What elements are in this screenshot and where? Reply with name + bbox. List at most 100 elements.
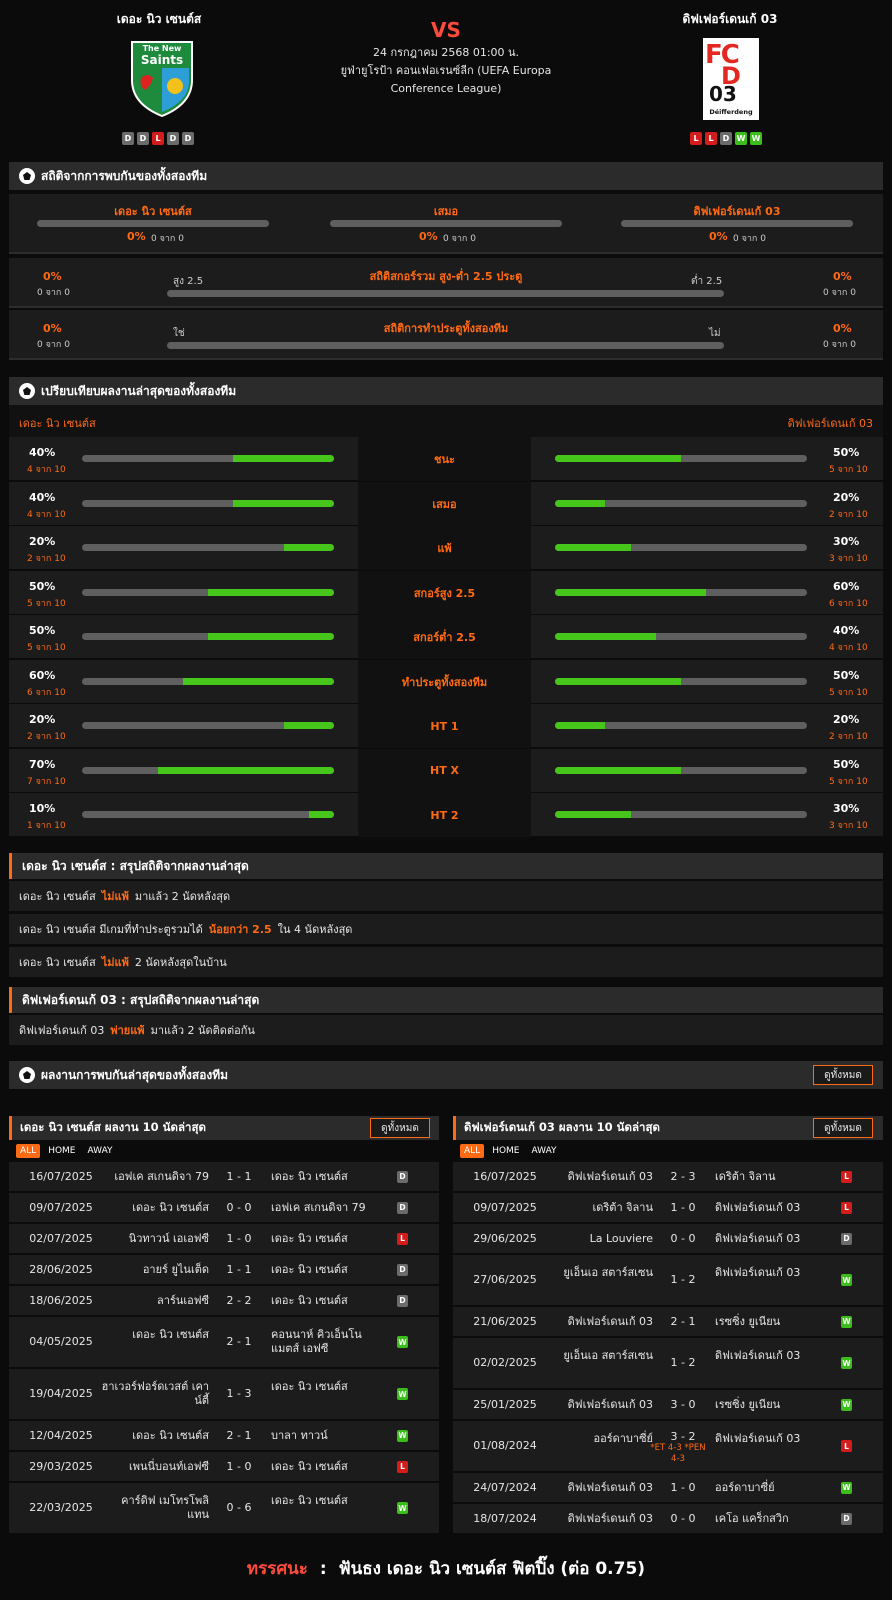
match-home-team[interactable]: ฮาเวอร์ฟอร์ดเวสต์ เคาน์ตี้ [101,1380,209,1408]
match-row[interactable]: 19/04/2025 ฮาเวอร์ฟอร์ดเวสต์ เคาน์ตี้ 1 - … [9,1369,439,1421]
match-away-team[interactable]: เดอะ นิว เซนต์ส [271,1232,381,1246]
away-logo-text-4: Déifferdeng [709,108,753,116]
home-pct: 10% [29,802,56,815]
match-away-team[interactable]: เดอะ นิว เซนต์ส [271,1460,381,1474]
home-form: D D L D D [122,132,194,145]
home-summary-line: เดอะ นิว เซนต์ส มีเกมที่ทำประตูรวมได้ น้… [9,914,883,944]
match-date: 29/03/2025 [29,1459,93,1473]
match-row[interactable]: 12/04/2025 เดอะ นิว เซนต์ส 2 - 1 บาลา ทาวน์… [9,1421,439,1452]
h2h-away-label: ดิฟเฟอร์เดนเก้ 03 [693,205,781,218]
match-away-team[interactable]: เดอะ นิว เซนต์ส [271,1263,381,1277]
match-row[interactable]: 18/06/2025 ลาร์นเอฟซี 2 - 2 เดอะ นิว เซนต์ส… [9,1286,439,1317]
match-row[interactable]: 28/06/2025 อายร์ ยูไนเต็ด 1 - 1 เดอะ นิว เซ… [9,1255,439,1286]
match-row[interactable]: 09/07/2025 เดริต้า จิลาน 1 - 0 ดิฟเฟอร์เดนเ… [453,1193,883,1224]
match-row[interactable]: 21/06/2025 ดิฟเฟอร์เดนเก้ 03 2 - 1 เรซซิ่ง … [453,1307,883,1338]
match-away-team[interactable]: ดิฟเฟอร์เดนเก้ 03 [715,1232,825,1246]
away-summary-header: ดิฟเฟอร์เดนเก้ 03 : สรุปสถิติจากผลงานล่า… [9,987,883,1013]
summary-text: มาแล้ว 2 นัดติดต่อกัน [150,1024,255,1037]
match-row[interactable]: 27/06/2025 ยูเอ็นเอ สตาร์สเซน 1 - 2 ดิฟเฟอร… [453,1255,883,1307]
match-competition-line2: Conference League) [390,82,502,95]
match-home-team[interactable]: นิวทาวน์ เอเอฟซี [101,1232,209,1246]
home-sub: 1 จาก 10 [27,821,66,831]
match-home-team[interactable]: เอฟเค สเกนดิจา 79 [101,1170,209,1184]
match-away-team[interactable]: เดอะ นิว เซนต์ส [271,1170,381,1184]
match-away-team[interactable]: คอนนาห์ คิวเอ็นโน แมตส์ เอฟซี [271,1328,381,1356]
h2h-home-label: เดอะ นิว เซนต์ส [114,205,192,218]
home-sub: 2 จาก 10 [27,732,66,742]
match-home-team[interactable]: เพนนี่บอนท์เอฟซี [101,1460,209,1474]
match-away-team[interactable]: เดอะ นิว เซนต์ส [271,1294,381,1308]
form-badge: W [735,132,747,145]
home-bar [82,677,334,685]
away-last-title: ดิฟเฟอร์เดนเก้ 03 ผลงาน 10 นัดล่าสุด [464,1120,660,1134]
tab-all[interactable]: ALL [460,1144,485,1158]
match-away-team[interactable]: ออร์ดาบาซี่ย์ [715,1481,825,1495]
match-away-team[interactable]: เอฟเค สเกนดิจา 79 [271,1201,381,1215]
tab-home[interactable]: HOME [44,1144,79,1158]
match-row[interactable]: 01/08/2024 ออร์ดาบาซี่ย์ 3 - 2 *ET 4-3 *PEN… [453,1421,883,1473]
h2h-view-all-button[interactable]: ดูทั้งหมด [813,1065,873,1085]
match-result-badge: D [841,1512,852,1525]
h2h-stats-title: สถิติจากการพบกันของทั้งสองทีม [41,168,208,183]
summary-text: ดิฟเฟอร์เดนเก้ 03 [19,1024,105,1037]
match-home-team[interactable]: เดอะ นิว เซนต์ส [101,1429,209,1443]
match-home-team[interactable]: เดอะ นิว เซนต์ส [101,1328,209,1342]
away-bar-fill [555,455,681,462]
match-away-team[interactable]: ดิฟเฟอร์เดนเก้ 03 [715,1266,825,1280]
match-away-team[interactable]: บาลา ทาวน์ [271,1429,381,1443]
match-away-team[interactable]: เรซซิ่ง ยูเนียน [715,1398,825,1412]
home-team-logo[interactable]: The New Saints [127,38,197,118]
match-away-team[interactable]: เดอะ นิว เซนต์ส [271,1380,381,1394]
match-away-team[interactable]: ดิฟเฟอร์เดนเก้ 03 [715,1432,825,1446]
match-home-team[interactable]: ดิฟเฟอร์เดนเก้ 03 [545,1398,653,1412]
summary-text: 2 นัดหลังสุดในบ้าน [134,956,227,969]
match-home-team[interactable]: เดอะ นิว เซนต์ส [101,1201,209,1215]
match-away-team[interactable]: เดริต้า จิลาน [715,1170,825,1184]
match-home-team[interactable]: La Louviere [545,1232,653,1246]
match-row[interactable]: 04/05/2025 เดอะ นิว เซนต์ส 2 - 1 คอนนาห์ คิ… [9,1317,439,1369]
tab-all[interactable]: ALL [16,1144,41,1158]
match-result-badge: D [841,1232,852,1245]
tab-away[interactable]: AWAY [528,1144,561,1158]
match-home-team[interactable]: อายร์ ยูไนเต็ด [101,1263,209,1277]
away-bar-fill [555,633,656,640]
match-away-team[interactable]: ดิฟเฟอร์เดนเก้ 03 [715,1201,825,1215]
match-row[interactable]: 16/07/2025 ดิฟเฟอร์เดนเก้ 03 2 - 3 เดริต้า … [453,1162,883,1193]
match-score: 2 - 1 [226,1428,252,1442]
home-bar [82,588,334,596]
match-home-team[interactable]: ออร์ดาบาซี่ย์ [545,1432,653,1446]
match-home-team[interactable]: ดิฟเฟอร์เดนเก้ 03 [545,1481,653,1495]
ou-right-pct: 0% [833,270,852,283]
match-home-team[interactable]: ลาร์นเอฟซี [101,1294,209,1308]
match-home-team[interactable]: ยูเอ็นเอ สตาร์สเซน [545,1266,653,1280]
match-row[interactable]: 09/07/2025 เดอะ นิว เซนต์ส 0 - 0 เอฟเค สเกน… [9,1193,439,1224]
match-row[interactable]: 29/03/2025 เพนนี่บอนท์เอฟซี 1 - 0 เดอะ นิว … [9,1452,439,1483]
match-away-team[interactable]: เคโอ แคร็กสวิก [715,1512,825,1526]
match-row[interactable]: 29/06/2025 La Louviere 0 - 0 ดิฟเฟอร์เดนเก้… [453,1224,883,1255]
match-row[interactable]: 18/07/2024 ดิฟเฟอร์เดนเก้ 03 0 - 0 เคโอ แคร… [453,1504,883,1535]
match-away-team[interactable]: ดิฟเฟอร์เดนเก้ 03 [715,1349,825,1363]
match-row[interactable]: 22/03/2025 คาร์ดิฟ เมโทรโพลิแทน 0 - 6 เดอะ … [9,1483,439,1535]
tab-home[interactable]: HOME [488,1144,523,1158]
match-home-team[interactable]: ดิฟเฟอร์เดนเก้ 03 [545,1512,653,1526]
match-home-team[interactable]: ดิฟเฟอร์เดนเก้ 03 [545,1170,653,1184]
match-away-team[interactable]: เรซซิ่ง ยูเนียน [715,1315,825,1329]
match-home-team[interactable]: ดิฟเฟอร์เดนเก้ 03 [545,1315,653,1329]
tab-away[interactable]: AWAY [84,1144,117,1158]
home-sub: 7 จาก 10 [27,776,66,787]
match-row[interactable]: 16/07/2025 เอฟเค สเกนดิจา 79 1 - 1 เดอะ นิว… [9,1162,439,1193]
away-last-view-all-button[interactable]: ดูทั้งหมด [813,1118,873,1138]
match-row[interactable]: 25/01/2025 ดิฟเฟอร์เดนเก้ 03 3 - 0 เรซซิ่ง … [453,1390,883,1421]
away-bar [555,588,807,596]
h2h-away-sub: 0 จาก 0 [733,234,766,244]
match-home-team[interactable]: ยูเอ็นเอ สตาร์สเซน [545,1349,653,1363]
away-team-logo[interactable]: FC D 03 Déifferdeng [703,38,759,120]
match-away-team[interactable]: เดอะ นิว เซนต์ส [271,1494,381,1508]
match-row[interactable]: 02/07/2025 นิวทาวน์ เอเอฟซี 1 - 0 เดอะ นิว … [9,1224,439,1255]
home-last-view-all-button[interactable]: ดูทั้งหมด [370,1118,430,1138]
home-bar [82,722,334,729]
match-home-team[interactable]: คาร์ดิฟ เมโทรโพลิแทน [101,1494,209,1522]
match-row[interactable]: 02/02/2025 ยูเอ็นเอ สตาร์สเซน 1 - 2 ดิฟเฟอร… [453,1338,883,1390]
match-row[interactable]: 24/07/2024 ดิฟเฟอร์เดนเก้ 03 1 - 0 ออร์ดาบา… [453,1473,883,1504]
match-home-team[interactable]: เดริต้า จิลาน [545,1201,653,1215]
